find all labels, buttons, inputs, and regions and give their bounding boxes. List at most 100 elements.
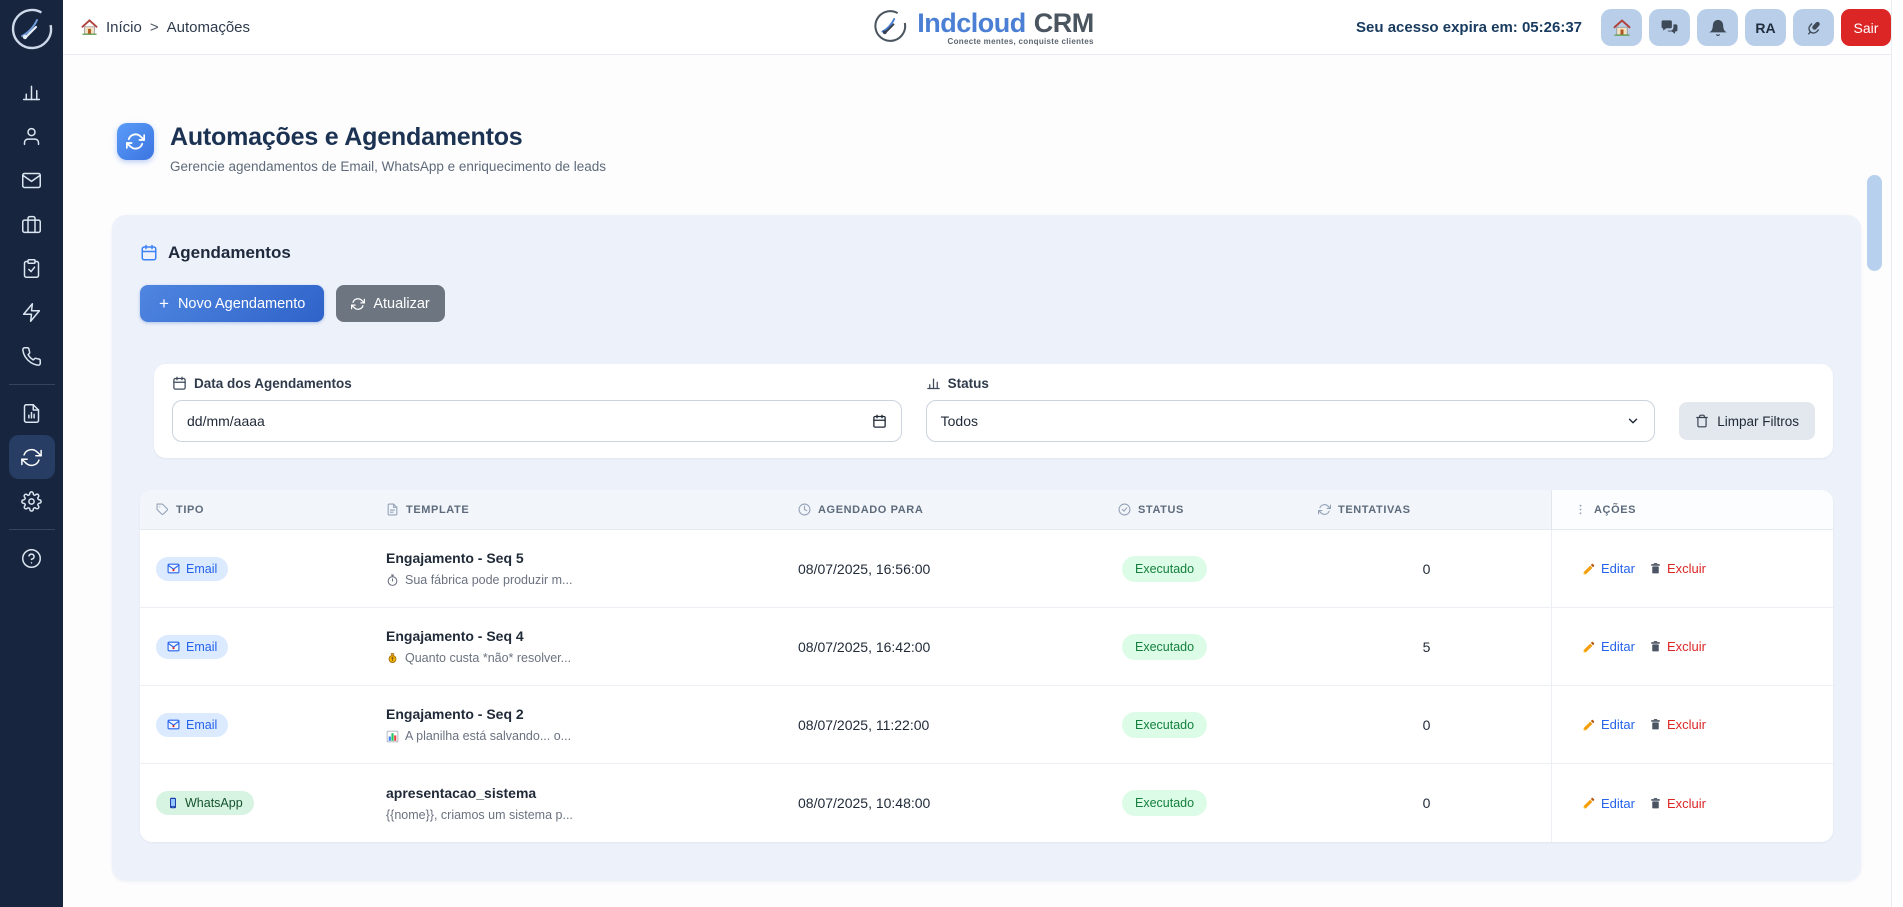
- sidebar-item-tasks[interactable]: [9, 246, 55, 290]
- column-tipo: TIPO: [140, 490, 370, 529]
- bar-chart-icon: [386, 730, 399, 743]
- email-icon: [167, 562, 180, 575]
- clear-filters-button[interactable]: Limpar Filtros: [1679, 402, 1815, 440]
- breadcrumb-home[interactable]: Início: [106, 19, 142, 36]
- edit-link[interactable]: Editar: [1582, 561, 1635, 576]
- status-badge: Executado: [1122, 712, 1207, 738]
- cell-status: Executado: [1102, 686, 1302, 763]
- sidebar-item-agendamentos[interactable]: [9, 435, 55, 479]
- brand-circle-icon: [872, 8, 908, 44]
- sidebar-nav: [0, 70, 63, 580]
- stopwatch-icon: [386, 574, 399, 587]
- new-schedule-button[interactable]: + Novo Agendamento: [140, 285, 324, 322]
- sidebar-item-dashboard[interactable]: [9, 70, 55, 114]
- home-button[interactable]: [1601, 9, 1642, 46]
- cell-scheduled: 08/07/2025, 16:42:00: [782, 608, 1102, 685]
- sidebar-item-settings[interactable]: [9, 479, 55, 523]
- cell-status: Executado: [1102, 608, 1302, 685]
- home-icon: [81, 19, 98, 36]
- template-name: Engajamento - Seq 2: [386, 706, 524, 722]
- cell-scheduled: 08/07/2025, 10:48:00: [782, 764, 1102, 842]
- breadcrumb-current: Automações: [167, 19, 250, 36]
- sidebar-item-reports[interactable]: [9, 391, 55, 435]
- brand-tagline: Conecte mentes, conquiste clientes: [917, 37, 1093, 46]
- template-preview: {{nome}}, criamos um sistema p...: [386, 808, 573, 822]
- notifications-button[interactable]: [1697, 9, 1738, 46]
- topbar: Início > Automações Indcloud CRM Conecte…: [63, 0, 1903, 55]
- edit-link[interactable]: Editar: [1582, 639, 1635, 654]
- microphone-icon: [1805, 19, 1823, 37]
- pencil-icon: [1582, 562, 1596, 576]
- pencil-icon: [1582, 718, 1596, 732]
- trash-icon: [1649, 562, 1662, 575]
- page-subtitle: Gerencie agendamentos de Email, WhatsApp…: [170, 159, 606, 174]
- edit-link[interactable]: Editar: [1582, 717, 1635, 732]
- money-bag-icon: [386, 652, 399, 665]
- template-preview: A planilha está salvando... o...: [386, 729, 571, 743]
- calendar-icon: [172, 376, 187, 391]
- logout-button[interactable]: Sair: [1841, 9, 1891, 46]
- chat-icon: [1660, 18, 1679, 37]
- table-row: Email Engajamento - Seq 5 Sua fábrica po…: [140, 530, 1833, 608]
- edit-link[interactable]: Editar: [1582, 796, 1635, 811]
- breadcrumb[interactable]: Início > Automações: [81, 0, 250, 55]
- cell-tipo: Email: [140, 686, 370, 763]
- automations-sync-icon: [117, 123, 154, 160]
- file-icon: [386, 503, 399, 516]
- chevron-down-icon: [1626, 414, 1640, 428]
- date-placeholder: dd/mm/aaaa: [187, 413, 265, 429]
- sync-icon: [21, 447, 42, 468]
- bell-icon: [1709, 19, 1727, 37]
- type-badge: WhatsApp: [156, 791, 254, 815]
- file-chart-icon: [21, 403, 42, 424]
- delete-link[interactable]: Excluir: [1649, 561, 1706, 576]
- column-tentativas: TENTATIVAS: [1302, 490, 1551, 529]
- pencil-icon: [1582, 640, 1596, 654]
- calendar-icon: [140, 244, 158, 262]
- sidebar-item-contacts[interactable]: [9, 114, 55, 158]
- sidebar-item-email[interactable]: [9, 158, 55, 202]
- column-status: STATUS: [1102, 490, 1302, 529]
- cell-template: Engajamento - Seq 5 Sua fábrica pode pro…: [370, 530, 782, 607]
- chat-button[interactable]: [1649, 9, 1690, 46]
- cell-template: Engajamento - Seq 4 Quanto custa *não* r…: [370, 608, 782, 685]
- trash-icon: [1695, 414, 1709, 428]
- status-filter-select[interactable]: Todos: [926, 400, 1656, 442]
- sidebar-item-help[interactable]: [9, 536, 55, 580]
- section-header: Agendamentos: [140, 243, 1833, 263]
- date-picker-icon: [872, 414, 887, 429]
- delete-link[interactable]: Excluir: [1649, 639, 1706, 654]
- type-badge: Email: [156, 557, 228, 581]
- phone-icon: [21, 346, 42, 367]
- briefcase-icon: [21, 214, 42, 235]
- status-selected-value: Todos: [941, 413, 978, 429]
- status-badge: Executado: [1122, 556, 1207, 582]
- sidebar-item-business[interactable]: [9, 202, 55, 246]
- scrollbar-track[interactable]: [1891, 0, 1903, 907]
- help-icon: [21, 548, 42, 569]
- app-logo[interactable]: [9, 6, 55, 52]
- date-filter-input[interactable]: dd/mm/aaaa: [172, 400, 902, 442]
- page-title: Automações e Agendamentos: [170, 123, 606, 152]
- user-icon: [21, 126, 42, 147]
- cell-actions: Editar Excluir: [1551, 764, 1833, 842]
- template-preview: Quanto custa *não* resolver...: [386, 651, 571, 665]
- sidebar-item-calls[interactable]: [9, 334, 55, 378]
- voice-button[interactable]: [1793, 9, 1834, 46]
- agendamentos-card: Agendamentos + Novo Agendamento Atualiza…: [112, 215, 1861, 881]
- column-agendado-para: AGENDADO PARA: [782, 490, 1102, 529]
- delete-link[interactable]: Excluir: [1649, 796, 1706, 811]
- template-name: apresentacao_sistema: [386, 785, 536, 801]
- sidebar-divider: [9, 384, 55, 385]
- cell-actions: Editar Excluir: [1551, 530, 1833, 607]
- template-name: Engajamento - Seq 4: [386, 628, 524, 644]
- email-icon: [167, 640, 180, 653]
- refresh-button[interactable]: Atualizar: [336, 285, 444, 322]
- avatar[interactable]: RA: [1745, 9, 1786, 46]
- status-badge: Executado: [1122, 634, 1207, 660]
- delete-link[interactable]: Excluir: [1649, 717, 1706, 732]
- table-row: Email Engajamento - Seq 4 Quanto custa *…: [140, 608, 1833, 686]
- cell-status: Executado: [1102, 764, 1302, 842]
- sidebar-item-automations[interactable]: [9, 290, 55, 334]
- scrollbar-thumb[interactable]: [1867, 175, 1882, 271]
